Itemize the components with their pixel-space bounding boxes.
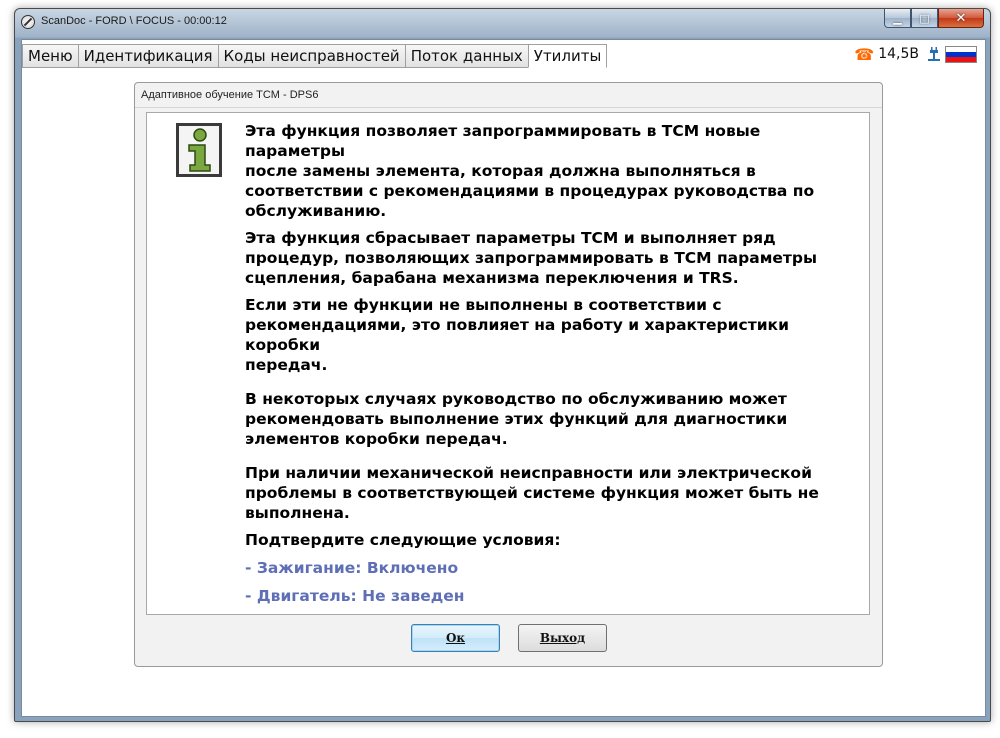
minimize-icon: ▁ (893, 11, 902, 25)
maximize-icon: □ (919, 11, 930, 25)
exit-button[interactable]: Выход (518, 624, 607, 652)
close-icon: ✕ (955, 10, 967, 26)
phone-icon: ☎ (854, 44, 875, 64)
title-bar[interactable]: ScanDoc - FORD \ FOCUS - 00:00:12 ▁ □ ✕ (15, 9, 990, 37)
confirm-prompt: Подтвердите следующие условия: (245, 531, 561, 549)
dialog-title-divider (135, 107, 882, 108)
paragraph-3: Если эти не функции не выполнены в соотв… (245, 296, 789, 374)
tab-data-stream[interactable]: Поток данных (404, 44, 528, 68)
app-icon (21, 15, 35, 29)
paragraph-5: При наличии механической неисправности и… (245, 464, 819, 522)
tabs: Меню Идентификация Коды неисправностей П… (22, 44, 608, 68)
voltage-readout: 14,5В (878, 46, 919, 62)
condition-engine: - Двигатель: Не заведен (245, 587, 465, 605)
tab-menu[interactable]: Меню (22, 44, 78, 68)
paragraph-4: В некоторых случаях руководство по обслу… (245, 390, 788, 448)
app-window: ScanDoc - FORD \ FOCUS - 00:00:12 ▁ □ ✕ … (14, 8, 991, 722)
close-button[interactable]: ✕ (938, 9, 984, 28)
info-icon (176, 123, 222, 177)
paragraph-2: Эта функция сбрасывает параметры TCM и в… (245, 229, 817, 287)
tab-utilities[interactable]: Утилиты (527, 44, 608, 68)
window-title: ScanDoc - FORD \ FOCUS - 00:00:12 (41, 15, 227, 27)
dialog-title: Адаптивное обучение TCM - DPS6 (141, 89, 319, 101)
message-text: Эта функция позволяет запрограммировать … (245, 121, 865, 606)
window-controls: ▁ □ ✕ (884, 9, 984, 28)
ok-button[interactable]: Ок (411, 624, 500, 652)
paragraph-1: Эта функция позволяет запрограммировать … (245, 122, 815, 220)
tab-fault-codes[interactable]: Коды неисправностей (217, 44, 405, 68)
tab-identification[interactable]: Идентификация (77, 44, 218, 68)
maximize-button[interactable]: □ (911, 9, 938, 28)
message-panel: Эта функция позволяет запрограммировать … (146, 112, 870, 615)
client-area: Меню Идентификация Коды неисправностей П… (21, 39, 986, 717)
adaptive-learning-dialog: Адаптивное обучение TCM - DPS6 Эта функц… (134, 82, 883, 667)
status-area: ☎ 14,5В (854, 43, 977, 65)
condition-ignition: - Зажигание: Включено (245, 559, 459, 577)
plug-icon (928, 47, 940, 61)
tab-bar: Меню Идентификация Коды неисправностей П… (22, 40, 985, 68)
russia-flag-icon[interactable] (945, 45, 977, 63)
minimize-button[interactable]: ▁ (884, 9, 911, 28)
